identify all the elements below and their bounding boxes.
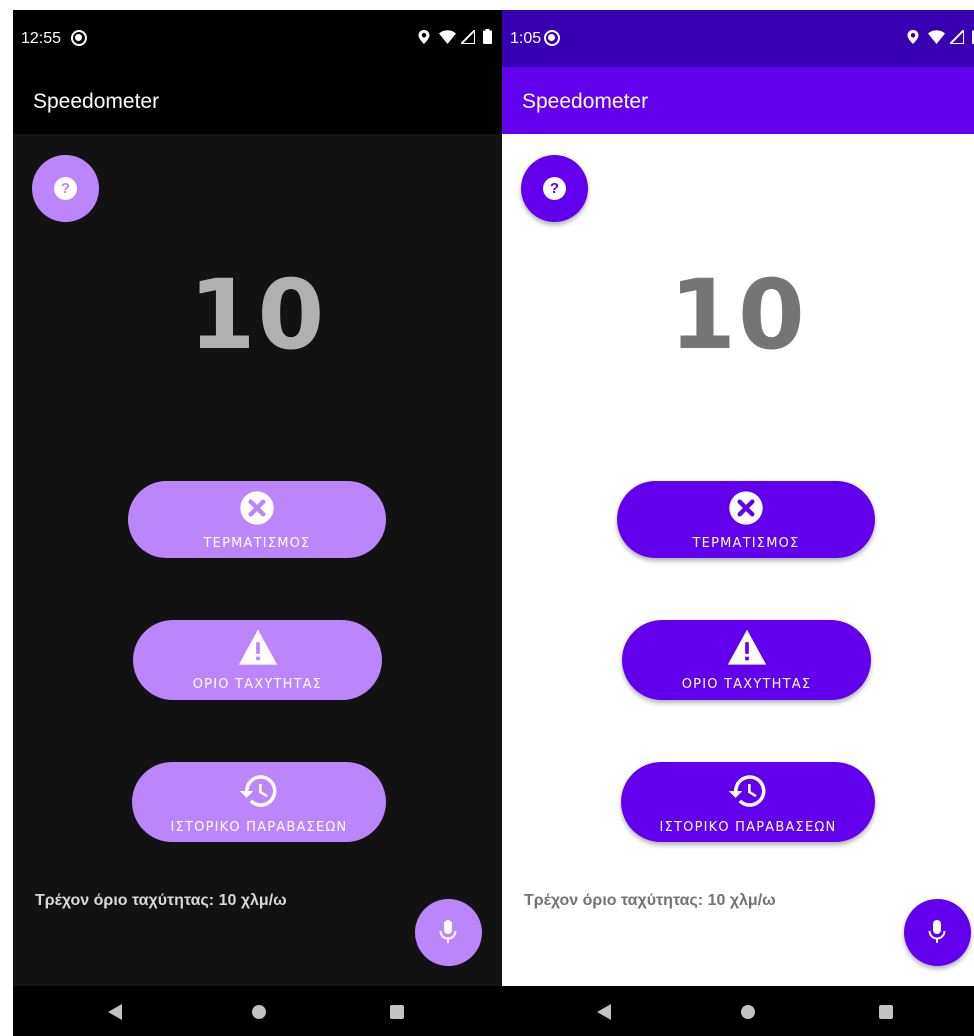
help-icon: ?	[54, 177, 77, 200]
home-icon[interactable]	[741, 1005, 755, 1019]
wifi-icon	[928, 30, 946, 44]
microphone-icon	[439, 920, 457, 943]
speed-limit-button[interactable]: ΟΡΙΟ ΤΑΧΥΤΗΤΑΣ	[133, 620, 382, 700]
notification-icon	[544, 30, 560, 46]
help-button[interactable]: ?	[32, 155, 99, 222]
status-time: 1:05	[510, 30, 542, 47]
terminate-label: ΤΕΡΜΑΤΙΣΜΟΣ	[203, 536, 311, 551]
status-bar: 1:05	[502, 10, 974, 67]
app-bar: Speedometer	[13, 67, 502, 134]
speed-display: 10	[188, 259, 327, 371]
dark-theme-screen: 12:55 Speedometer ? 10 ΤΕΡΜΑΤΙΣΜΟΣ ΟΡΙΟ …	[13, 0, 502, 1036]
battery-icon	[482, 29, 492, 44]
speed-limit-label: ΟΡΙΟ ΤΑΧΥΤΗΤΑΣ	[681, 677, 812, 692]
terminate-button[interactable]: ΤΕΡΜΑΤΙΣΜΟΣ	[128, 481, 386, 558]
warning-icon	[727, 629, 766, 665]
status-icons	[418, 27, 492, 47]
violation-history-button[interactable]: ΙΣΤΟΡΙΚΟ ΠΑΡΑΒΑΣΕΩΝ	[132, 762, 386, 842]
voice-command-button[interactable]	[904, 899, 971, 966]
wifi-icon	[439, 30, 457, 44]
location-icon	[418, 30, 430, 44]
history-icon	[728, 775, 766, 807]
app-title: Speedometer	[522, 90, 649, 113]
navigation-bar	[13, 986, 502, 1036]
status-icons	[907, 27, 974, 47]
status-bar: 12:55	[13, 10, 502, 67]
help-icon: ?	[543, 177, 566, 200]
close-circle-icon	[240, 491, 274, 525]
app-bar: Speedometer	[502, 67, 974, 134]
home-icon[interactable]	[252, 1005, 266, 1019]
back-icon[interactable]	[597, 1004, 611, 1020]
violation-history-label: ΙΣΤΟΡΙΚΟ ΠΑΡΑΒΑΣΕΩΝ	[659, 820, 837, 835]
recents-icon[interactable]	[879, 1005, 893, 1019]
violation-history-button[interactable]: ΙΣΤΟΡΙΚΟ ΠΑΡΑΒΑΣΕΩΝ	[621, 762, 875, 842]
help-button[interactable]: ?	[521, 155, 588, 222]
recents-icon[interactable]	[390, 1005, 404, 1019]
speed-limit-label: ΟΡΙΟ ΤΑΧΥΤΗΤΑΣ	[192, 677, 323, 692]
signal-icon	[458, 27, 477, 45]
terminate-button[interactable]: ΤΕΡΜΑΤΙΣΜΟΣ	[617, 481, 875, 558]
speed-display: 10	[669, 259, 807, 371]
terminate-label: ΤΕΡΜΑΤΙΣΜΟΣ	[692, 536, 800, 551]
navigation-bar	[502, 986, 974, 1036]
app-title: Speedometer	[33, 90, 160, 113]
current-speed-limit-text: Τρέχον όριο ταχύτητας: 10 χλμ/ω	[524, 892, 776, 909]
back-icon[interactable]	[108, 1004, 122, 1020]
history-icon	[239, 775, 277, 807]
voice-command-button[interactable]	[415, 899, 482, 966]
speed-limit-button[interactable]: ΟΡΙΟ ΤΑΧΥΤΗΤΑΣ	[622, 620, 871, 700]
status-time: 12:55	[21, 30, 62, 47]
violation-history-label: ΙΣΤΟΡΙΚΟ ΠΑΡΑΒΑΣΕΩΝ	[170, 820, 348, 835]
current-speed-limit-text: Τρέχον όριο ταχύτητας: 10 χλμ/ω	[35, 892, 287, 909]
notification-icon	[71, 30, 87, 46]
main-content: ? 10 ΤΕΡΜΑΤΙΣΜΟΣ ΟΡΙΟ ΤΑΧΥΤΗΤΑΣ ΙΣΤΟΡΙΚΟ…	[502, 134, 974, 986]
warning-icon	[238, 629, 277, 665]
signal-icon	[947, 27, 966, 45]
microphone-icon	[928, 920, 946, 943]
light-theme-screen: 1:05 Speedometer ? 10 ΤΕΡΜΑΤΙΣΜΟΣ ΟΡΙΟ Τ…	[502, 0, 974, 1036]
location-icon	[907, 30, 919, 44]
main-content: ? 10 ΤΕΡΜΑΤΙΣΜΟΣ ΟΡΙΟ ΤΑΧΥΤΗΤΑΣ ΙΣΤΟΡΙΚΟ…	[13, 134, 502, 986]
close-circle-icon	[729, 491, 763, 525]
